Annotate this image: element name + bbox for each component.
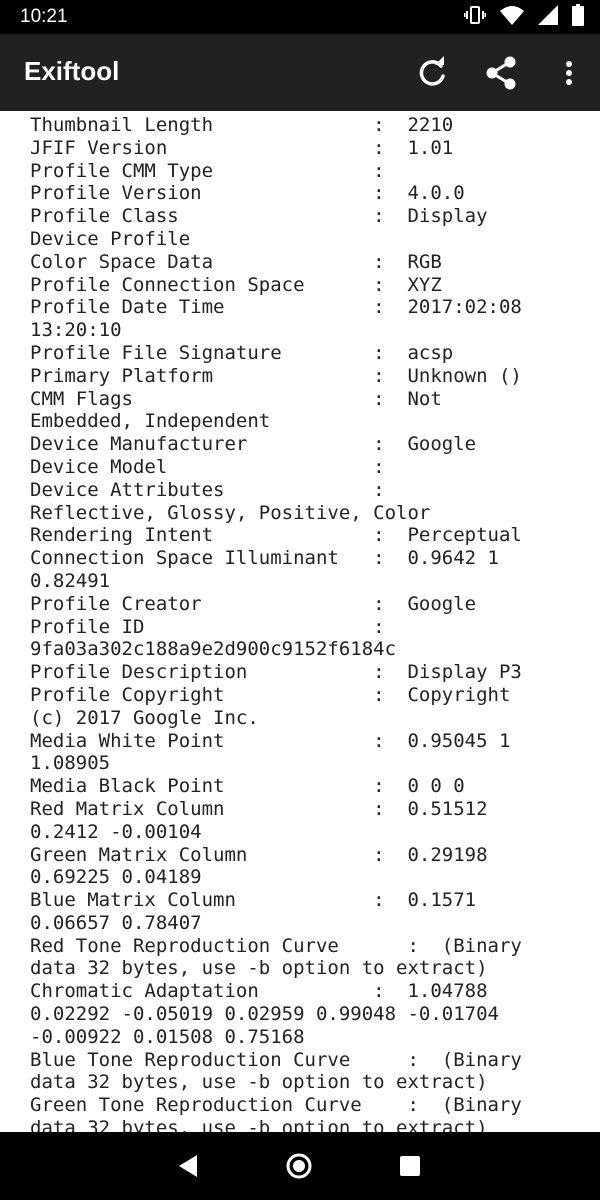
exif-line: Profile CMM Type :	[30, 159, 385, 182]
exif-line: data 32 bytes, use -b option to extract)	[30, 1071, 488, 1094]
exif-line: Rendering Intent : Perceptual	[30, 524, 522, 547]
exif-line: JFIF Version : 1.01	[30, 136, 454, 159]
exif-line: Blue Tone Reproduction Curve : (Binary	[30, 1048, 522, 1071]
exif-line: Blue Matrix Column : 0.1571	[30, 889, 477, 912]
exif-line: Green Matrix Column : 0.29198	[30, 843, 488, 866]
exif-line: Device Model :	[30, 455, 385, 478]
exif-line: 0.69225 0.04189	[30, 866, 202, 889]
exif-line: Media Black Point : 0 0 0	[30, 775, 465, 798]
navigation-bar	[0, 1132, 600, 1200]
exif-line: 13:20:10	[30, 319, 122, 342]
share-icon[interactable]	[464, 34, 538, 111]
exif-line: Thumbnail Length : 2210	[30, 114, 454, 136]
exif-line: 0.2412 -0.00104	[30, 820, 202, 843]
exif-line: Red Matrix Column : 0.51512	[30, 797, 488, 820]
exif-line: data 32 bytes, use -b option to extract)	[30, 1117, 488, 1132]
exif-line: Device Attributes :	[30, 478, 385, 501]
app-title: Exiftool	[24, 56, 120, 86]
exif-line: Primary Platform : Unknown ()	[30, 364, 522, 387]
exif-line: Chromatic Adaptation : 1.04788	[30, 980, 488, 1003]
wifi-icon	[500, 5, 524, 30]
exif-line: Reflective, Glossy, Positive, Color	[30, 501, 431, 524]
exif-line: Profile Connection Space : XYZ	[30, 273, 442, 296]
exif-line: 0.02292 -0.05019 0.02959 0.99048 -0.0170…	[30, 1003, 499, 1026]
exif-line: Profile Date Time : 2017:02:08	[30, 296, 522, 319]
exif-line: (c) 2017 Google Inc.	[30, 706, 259, 729]
exif-line: 1.08905	[30, 752, 111, 775]
exif-output[interactable]: Thumbnail Length : 2210 JFIF Version : 1.…	[0, 111, 600, 1132]
exif-line: Device Profile	[30, 227, 191, 250]
exif-line: Red Tone Reproduction Curve : (Binary	[30, 934, 522, 957]
battery-icon	[572, 3, 584, 31]
vibrate-icon	[463, 5, 487, 30]
exif-line: 9fa03a302c188a9e2d900c9152f6184c	[30, 638, 397, 661]
home-icon[interactable]	[277, 1144, 321, 1188]
exif-line: 0.82491	[30, 569, 111, 592]
refresh-icon[interactable]	[400, 34, 464, 111]
exif-line: Profile Class : Display	[30, 205, 488, 228]
exif-line: Color Space Data : RGB	[30, 250, 442, 273]
more-vert-icon[interactable]	[538, 34, 600, 111]
recents-icon[interactable]	[388, 1144, 432, 1188]
status-icons	[463, 3, 584, 31]
exif-line: 0.06657 0.78407	[30, 911, 202, 934]
exif-line: Connection Space Illuminant : 0.9642 1	[30, 547, 499, 570]
status-time: 10:21	[20, 6, 68, 27]
exif-line: Profile Creator : Google	[30, 592, 477, 615]
exif-lines: Thumbnail Length : 2210 JFIF Version : 1.…	[30, 114, 522, 1132]
signal-icon	[538, 4, 558, 30]
exif-line: Profile Description : Display P3	[30, 661, 522, 684]
exif-line: Media White Point : 0.95045 1	[30, 729, 511, 752]
app-bar: Exiftool	[0, 34, 600, 111]
exif-line: Profile ID :	[30, 615, 385, 638]
exif-line: Green Tone Reproduction Curve : (Binary	[30, 1094, 522, 1117]
exif-line: Device Manufacturer : Google	[30, 433, 477, 456]
exif-line: Profile Version : 4.0.0	[30, 182, 465, 205]
exif-line: CMM Flags : Not	[30, 387, 442, 410]
status-bar: 10:21	[0, 0, 600, 34]
exif-line: Profile Copyright : Copyright	[30, 683, 511, 706]
back-icon[interactable]	[166, 1144, 210, 1188]
app-actions	[400, 34, 600, 111]
exif-line: Profile File Signature : acsp	[30, 341, 454, 364]
exif-line: data 32 bytes, use -b option to extract)	[30, 957, 488, 980]
exif-line: Embedded, Independent	[30, 410, 271, 433]
exif-line: -0.00922 0.01508 0.75168	[30, 1025, 305, 1048]
